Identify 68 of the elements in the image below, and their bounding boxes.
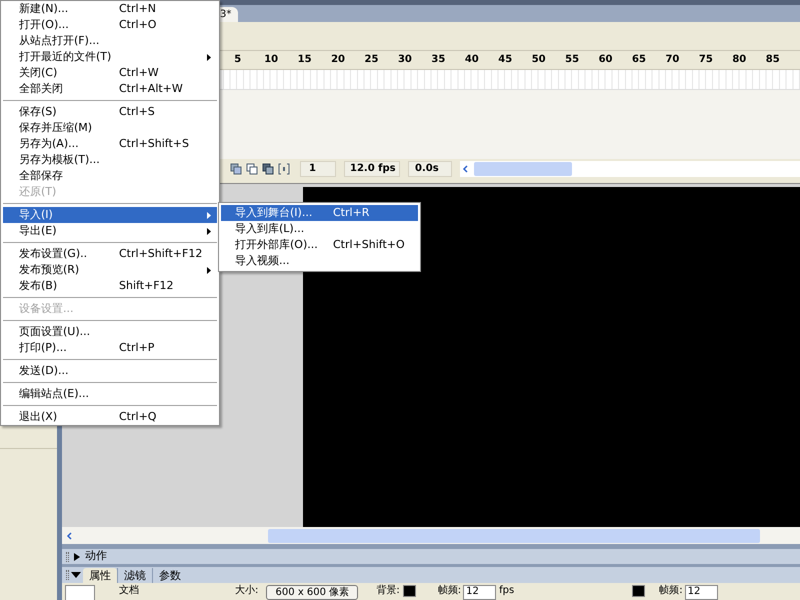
- menu-item[interactable]: 发送(D)...: [3, 363, 217, 379]
- size-button[interactable]: 600 x 600 像素: [266, 585, 358, 600]
- menu-item[interactable]: 导出(E): [3, 223, 217, 239]
- menu-item[interactable]: 打开外部库(O)... Ctrl+Shift+O: [221, 237, 418, 253]
- ruler-number: 5: [233, 53, 242, 68]
- bracket-icon[interactable]: [278, 163, 290, 176]
- menu-item[interactable]: 全部关闭 Ctrl+Alt+W: [3, 81, 217, 97]
- size-label: 大小:: [235, 585, 258, 597]
- frame-rate-label: 帧频:: [438, 585, 462, 597]
- panel-tab[interactable]: 属性: [83, 568, 117, 583]
- menu-item[interactable]: 保存并压缩(M): [3, 120, 217, 136]
- panel-title: 动作: [85, 548, 107, 564]
- color-swatch[interactable]: [402, 585, 416, 597]
- document-icon: [65, 585, 95, 600]
- timeline-scrollbar[interactable]: [460, 161, 800, 178]
- menu-item[interactable]: 打开(O)... Ctrl+O: [3, 17, 217, 33]
- frame-rate-field: 12.0 fps: [344, 161, 400, 178]
- menu-item[interactable]: 导入视频...: [221, 253, 418, 269]
- menu-item[interactable]: 保存(S) Ctrl+S: [3, 104, 217, 120]
- actions-panel-bar[interactable]: 动作: [62, 549, 800, 566]
- menu-item[interactable]: 另存为模板(T)...: [3, 152, 217, 168]
- ruler-number: 30: [396, 53, 413, 68]
- menu-item[interactable]: 打印(P)... Ctrl+P: [3, 340, 217, 356]
- ruler-number: 35: [430, 53, 446, 68]
- ruler-number: 45: [497, 53, 514, 68]
- menu-item[interactable]: 新建(N)... Ctrl+N: [3, 1, 217, 17]
- grip-icon: [66, 552, 69, 562]
- ruler-number: 60: [598, 53, 614, 68]
- elapsed-time-field: 0.0s: [408, 161, 452, 178]
- ruler-number: 40: [464, 53, 480, 68]
- ruler-number: 10: [263, 53, 280, 68]
- menu-item[interactable]: 发布预览(R): [3, 262, 217, 278]
- ruler-number: 85: [764, 53, 781, 68]
- document-label: 文档: [119, 585, 139, 597]
- menu-item[interactable]: 导入到舞台(I)... Ctrl+R: [221, 205, 418, 221]
- menu-item[interactable]: 发布(B) Shift+F12: [3, 278, 217, 294]
- color-swatch[interactable]: [632, 585, 646, 597]
- ruler-number: 75: [698, 53, 714, 68]
- frame-rate-field[interactable]: 12: [684, 585, 718, 600]
- fps-label: fps: [499, 585, 514, 597]
- menu-item[interactable]: 另存为(A)... Ctrl+Shift+S: [3, 136, 217, 152]
- menu-item[interactable]: 导入到库(L)...: [221, 221, 418, 237]
- overlapping-squares-icon[interactable]: [230, 163, 242, 176]
- overlapping-squares-icon[interactable]: [246, 163, 258, 176]
- background-label: 背景:: [376, 585, 400, 597]
- menu-item[interactable]: 页面设置(U)...: [3, 324, 217, 340]
- overlapping-squares-icon[interactable]: [262, 163, 274, 176]
- menu-item[interactable]: 发布设置(G).. Ctrl+Shift+F12: [3, 246, 217, 262]
- current-frame-field: 1: [300, 161, 336, 178]
- menu-item[interactable]: 从站点打开(F)...: [3, 33, 217, 49]
- frame-rate-label: 帧频:: [659, 585, 683, 597]
- frame-rate-field[interactable]: 12: [463, 585, 496, 600]
- ruler-number: 80: [731, 53, 748, 68]
- ruler-number: 55: [564, 53, 580, 68]
- ruler-number: 15: [296, 53, 313, 68]
- grip-icon: [66, 570, 69, 580]
- menu-item[interactable]: 全部保存: [3, 168, 217, 184]
- ruler-number: 65: [631, 53, 647, 68]
- menu-item[interactable]: 退出(X) Ctrl+Q: [3, 409, 217, 425]
- stage-scrollbar[interactable]: [62, 527, 800, 544]
- ruler-number: 50: [530, 53, 547, 68]
- menu-item[interactable]: 打开最近的文件(T): [3, 49, 217, 65]
- ruler-number: 20: [330, 53, 346, 68]
- menu-item[interactable]: 关闭(C) Ctrl+W: [3, 65, 217, 81]
- ruler-number: 25: [364, 53, 380, 68]
- menu-item[interactable]: 导入(I): [3, 207, 217, 223]
- ruler-number: 70: [664, 53, 680, 68]
- menu-item[interactable]: 编辑站点(E)...: [3, 386, 217, 402]
